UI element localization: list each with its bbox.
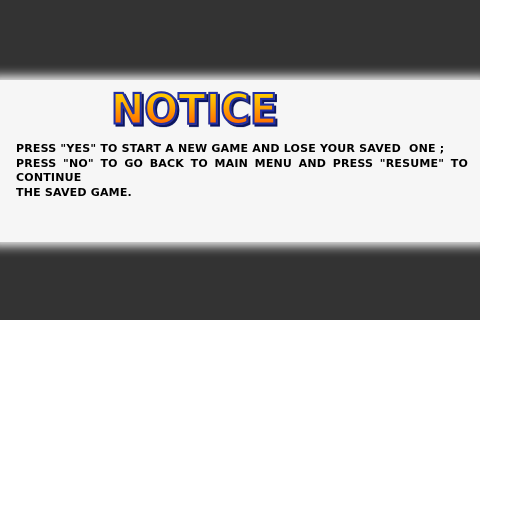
notice-line-2: PRESS "NO" TO GO BACK TO MAIN MENU AND P… (16, 156, 468, 185)
notice-title: NOTICE (0, 85, 434, 135)
notice-line-1: PRESS "YES" TO START A NEW GAME AND LOSE… (16, 142, 445, 155)
notice-message: PRESS "YES" TO START A NEW GAME AND LOSE… (16, 142, 468, 200)
game-screen: NOTICE PRESS "YES" TO START A NEW GAME A… (0, 0, 480, 320)
notice-line-3: THE SAVED GAME. (16, 185, 132, 199)
